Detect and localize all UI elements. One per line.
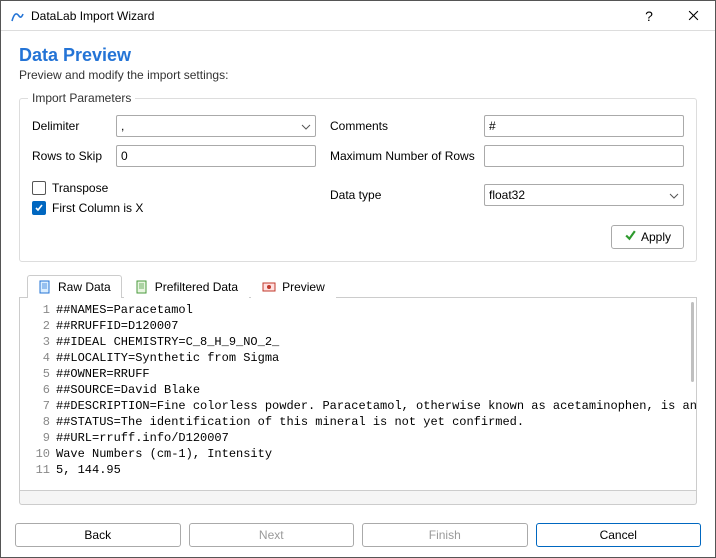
cancel-button[interactable]: Cancel: [536, 523, 702, 547]
line-number: 4: [28, 350, 50, 366]
page-subtitle: Preview and modify the import settings:: [19, 68, 697, 82]
line-number: 10: [28, 446, 50, 462]
line-text: ##SOURCE=David Blake: [56, 382, 200, 398]
line-number: 3: [28, 334, 50, 350]
code-line: 7 ##DESCRIPTION=Fine colorless powder. Pa…: [28, 398, 696, 414]
line-text: ##LOCALITY=Synthetic from Sigma: [56, 350, 279, 366]
chevron-down-icon: [301, 119, 311, 133]
transpose-label: Transpose: [52, 181, 108, 195]
tab-preview-label: Preview: [282, 280, 325, 294]
first-column-x-checkbox[interactable]: [32, 201, 46, 215]
tab-preview[interactable]: Preview: [251, 275, 336, 298]
bottom-bar: Back Next Finish Cancel: [1, 513, 715, 557]
code-line: 2 ##RRUFFID=D120007: [28, 318, 696, 334]
line-text: ##DESCRIPTION=Fine colorless powder. Par…: [56, 398, 697, 414]
window-title: DataLab Import Wizard: [31, 9, 627, 23]
close-button[interactable]: [671, 1, 715, 31]
titlebar: DataLab Import Wizard ?: [1, 1, 715, 31]
line-number: 6: [28, 382, 50, 398]
group-title: Import Parameters: [28, 91, 135, 105]
next-button[interactable]: Next: [189, 523, 355, 547]
comments-input[interactable]: [484, 115, 684, 137]
window: DataLab Import Wizard ? Data Preview Pre…: [0, 0, 716, 558]
code-line: 6 ##SOURCE=David Blake: [28, 382, 696, 398]
check-icon: [624, 229, 637, 245]
chevron-down-icon: [669, 188, 679, 202]
import-parameters-group: Import Parameters Delimiter , Comments R…: [19, 98, 697, 262]
content: Data Preview Preview and modify the impo…: [1, 31, 715, 513]
code-line: 9 ##URL=rruff.info/D120007: [28, 430, 696, 446]
first-column-x-row[interactable]: First Column is X: [32, 201, 316, 215]
horizontal-scrollbar[interactable]: [19, 491, 697, 505]
rows-to-skip-input[interactable]: [116, 145, 316, 167]
line-text: ##NAMES=Paracetamol: [56, 302, 193, 318]
line-number: 5: [28, 366, 50, 382]
code-line: 10 Wave Numbers (cm-1), Intensity: [28, 446, 696, 462]
tab-prefiltered-data[interactable]: Prefiltered Data: [124, 275, 249, 298]
line-text: ##IDEAL CHEMISTRY=C_8_H_9_NO_2_: [56, 334, 279, 350]
param-grid: Delimiter , Comments Rows to Skip Maximu…: [32, 115, 684, 215]
tab-raw-label: Raw Data: [58, 280, 111, 294]
code-line: 4 ##LOCALITY=Synthetic from Sigma: [28, 350, 696, 366]
comments-label: Comments: [330, 119, 470, 133]
app-icon: [9, 8, 25, 24]
line-number: 2: [28, 318, 50, 334]
max-rows-input[interactable]: [484, 145, 684, 167]
page-heading: Data Preview: [19, 45, 697, 66]
raw-data-view[interactable]: 1 ##NAMES=Paracetamol 2 ##RRUFFID=D120007 3 #…: [19, 298, 697, 491]
apply-label: Apply: [641, 230, 671, 244]
delimiter-select[interactable]: ,: [116, 115, 316, 137]
data-type-select[interactable]: float32: [484, 184, 684, 206]
line-text: 5, 144.95: [56, 462, 121, 478]
tabbar: Raw Data Prefiltered Data Preview: [19, 274, 697, 298]
code-line: 8 ##STATUS=The identification of this min…: [28, 414, 696, 430]
back-button[interactable]: Back: [15, 523, 181, 547]
help-button[interactable]: ?: [627, 1, 671, 31]
tabs-area: Raw Data Prefiltered Data Preview 1#: [19, 274, 697, 505]
code-line: 5 ##OWNER=RRUFF: [28, 366, 696, 382]
scrollbar-thumb[interactable]: [691, 302, 694, 382]
line-number: 9: [28, 430, 50, 446]
rows-to-skip-label: Rows to Skip: [32, 149, 102, 163]
tab-prefiltered-label: Prefiltered Data: [155, 280, 238, 294]
apply-button[interactable]: Apply: [611, 225, 684, 249]
line-text: ##RRUFFID=D120007: [56, 318, 178, 334]
document-icon: [38, 280, 52, 294]
code-line: 11 5, 144.95: [28, 462, 696, 478]
transpose-row[interactable]: Transpose: [32, 181, 316, 195]
line-text: ##STATUS=The identification of this mine…: [56, 414, 524, 430]
code-line: 1 ##NAMES=Paracetamol: [28, 302, 696, 318]
data-type-label: Data type: [330, 188, 470, 202]
max-rows-label: Maximum Number of Rows: [330, 149, 470, 163]
line-number: 8: [28, 414, 50, 430]
line-number: 11: [28, 462, 50, 478]
first-column-x-label: First Column is X: [52, 201, 143, 215]
code-line: 3 ##IDEAL CHEMISTRY=C_8_H_9_NO_2_: [28, 334, 696, 350]
line-text: Wave Numbers (cm-1), Intensity: [56, 446, 272, 462]
line-number: 1: [28, 302, 50, 318]
line-text: ##URL=rruff.info/D120007: [56, 430, 229, 446]
data-type-value: float32: [489, 188, 525, 202]
line-text: ##OWNER=RRUFF: [56, 366, 150, 382]
delimiter-label: Delimiter: [32, 119, 102, 133]
filter-document-icon: [135, 280, 149, 294]
finish-button[interactable]: Finish: [362, 523, 528, 547]
preview-icon: [262, 280, 276, 294]
delimiter-value: ,: [121, 119, 124, 133]
tab-raw-data[interactable]: Raw Data: [27, 275, 122, 298]
transpose-checkbox[interactable]: [32, 181, 46, 195]
line-number: 7: [28, 398, 50, 414]
